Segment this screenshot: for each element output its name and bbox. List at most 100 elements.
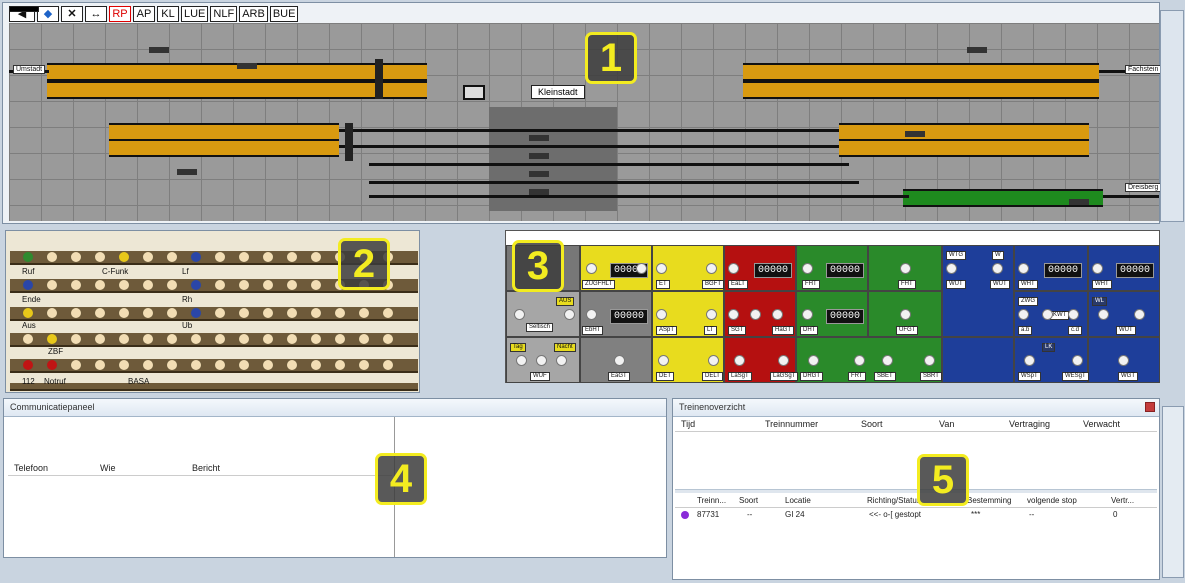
signal-block[interactable]	[1069, 199, 1089, 205]
column-header-soort-2[interactable]: Soort	[739, 496, 758, 505]
close-icon[interactable]	[1145, 402, 1155, 412]
column-header-bericht[interactable]: Bericht	[192, 463, 220, 473]
indicator-lamp[interactable]	[166, 359, 178, 371]
indicator-lamp[interactable]	[70, 279, 82, 291]
indicator-lamp[interactable]	[190, 279, 202, 291]
indicator-lamp[interactable]	[46, 307, 58, 319]
indicator-lamp[interactable]	[94, 307, 106, 319]
indicator-lamp[interactable]	[238, 359, 250, 371]
column-header-richting[interactable]: Richting/Status	[867, 496, 921, 505]
control-knob[interactable]	[946, 263, 957, 274]
indicator-lamp[interactable]	[382, 307, 394, 319]
track-section-upper-right[interactable]	[743, 63, 1099, 81]
indicator-lamp[interactable]	[22, 333, 34, 345]
column-header-treinnummer[interactable]: Treinnummer	[765, 419, 818, 429]
indicator-lamp[interactable]	[214, 307, 226, 319]
indicator-lamp[interactable]	[238, 333, 250, 345]
indicator-lamp[interactable]	[214, 333, 226, 345]
indicator-lamp[interactable]	[166, 333, 178, 345]
control-knob[interactable]	[614, 355, 625, 366]
control-knob[interactable]	[1098, 309, 1109, 320]
indicator-lamp[interactable]	[190, 359, 202, 371]
indicator-lamp[interactable]	[46, 359, 58, 371]
indicator-lamp[interactable]	[94, 251, 106, 263]
control-knob[interactable]	[586, 263, 597, 274]
indicator-lamp[interactable]	[142, 251, 154, 263]
control-knob[interactable]	[706, 263, 717, 274]
indicator-lamp[interactable]	[70, 251, 82, 263]
column-header-locatie[interactable]: Locatie	[785, 496, 811, 505]
toolbar-ap-button[interactable]: AP	[133, 6, 155, 22]
signal-block[interactable]	[905, 131, 925, 137]
indicator-lamp[interactable]	[118, 251, 130, 263]
indicator-lamp[interactable]	[382, 359, 394, 371]
track-section-upper-left-2[interactable]	[47, 81, 427, 99]
toolbar-kl-button[interactable]: KL	[157, 6, 179, 22]
indicator-lamp[interactable]	[334, 333, 346, 345]
control-knob[interactable]	[514, 309, 525, 320]
control-knob[interactable]	[802, 263, 813, 274]
control-knob[interactable]	[900, 263, 911, 274]
indicator-lamp[interactable]	[334, 359, 346, 371]
train-row[interactable]: 87731 -- GI 24 <<- o-[ gestopt *** -- 0	[675, 509, 1157, 521]
indicator-lamp[interactable]	[238, 251, 250, 263]
indicator-lamp[interactable]	[22, 251, 34, 263]
column-header-bestemming[interactable]: Bestemming	[967, 496, 1011, 505]
double-arrow-button[interactable]: ↔	[85, 6, 107, 22]
indicator-lamp[interactable]	[382, 333, 394, 345]
toolbar-nlf-button[interactable]: NLF	[210, 6, 238, 22]
signal-block[interactable]	[529, 135, 549, 141]
indicator-lamp[interactable]	[286, 359, 298, 371]
black-toggle-button[interactable]	[9, 6, 39, 12]
signal-block[interactable]	[237, 63, 257, 69]
signal-block[interactable]	[529, 153, 549, 159]
indicator-lamp[interactable]	[190, 333, 202, 345]
column-header-van[interactable]: Van	[939, 419, 954, 429]
indicator-lamp[interactable]	[142, 333, 154, 345]
control-knob[interactable]	[802, 309, 813, 320]
diamond-icon-button[interactable]: ◆	[37, 6, 59, 22]
indicator-lamp[interactable]	[46, 279, 58, 291]
control-knob[interactable]	[564, 309, 575, 320]
indicator-lamp[interactable]	[118, 333, 130, 345]
indicator-lamp[interactable]	[166, 279, 178, 291]
control-knob[interactable]	[728, 263, 739, 274]
column-header-verwacht[interactable]: Verwacht	[1083, 419, 1120, 429]
control-knob[interactable]	[728, 309, 739, 320]
column-header-wie[interactable]: Wie	[100, 463, 116, 473]
control-knob[interactable]	[708, 355, 719, 366]
signal-block[interactable]	[149, 47, 169, 53]
indicator-lamp[interactable]	[214, 359, 226, 371]
indicator-lamp[interactable]	[142, 359, 154, 371]
column-header-telefoon[interactable]: Telefoon	[14, 463, 48, 473]
indicator-lamp[interactable]	[262, 251, 274, 263]
column-header-soort[interactable]: Soort	[861, 419, 883, 429]
indicator-lamp[interactable]	[334, 307, 346, 319]
indicator-lamp[interactable]	[358, 333, 370, 345]
indicator-lamp[interactable]	[70, 359, 82, 371]
control-knob[interactable]	[656, 263, 667, 274]
track-section-upper-right-2[interactable]	[743, 81, 1099, 99]
toolbar-bue-button[interactable]: BUE	[269, 6, 299, 22]
control-knob[interactable]	[536, 355, 547, 366]
indicator-lamp[interactable]	[310, 279, 322, 291]
control-knob[interactable]	[900, 309, 911, 320]
track-section-middle-right-2[interactable]	[839, 139, 1089, 157]
indicator-lamp[interactable]	[310, 359, 322, 371]
control-knob[interactable]	[772, 309, 783, 320]
column-header-treinn[interactable]: Treinn...	[697, 496, 726, 505]
control-knob[interactable]	[854, 355, 865, 366]
column-header-tijd[interactable]: Tijd	[681, 419, 695, 429]
column-header-vertraging[interactable]: Vertraging	[1009, 419, 1050, 429]
indicator-lamp[interactable]	[262, 359, 274, 371]
indicator-lamp[interactable]	[94, 333, 106, 345]
indicator-lamp[interactable]	[286, 333, 298, 345]
control-knob[interactable]	[1024, 355, 1035, 366]
control-knob[interactable]	[778, 355, 789, 366]
control-knob[interactable]	[734, 355, 745, 366]
control-knob[interactable]	[750, 309, 761, 320]
indicator-lamp[interactable]	[286, 279, 298, 291]
control-knob[interactable]	[516, 355, 527, 366]
control-knob[interactable]	[808, 355, 819, 366]
indicator-lamp[interactable]	[214, 279, 226, 291]
